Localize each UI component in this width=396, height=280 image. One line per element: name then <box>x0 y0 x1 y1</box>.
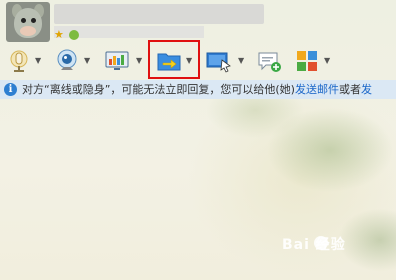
contact-header: ★ <box>0 0 396 44</box>
offline-notice-bar: i 对方“离线或隐身”，可能无法立即回复，您可以给他(她)发送邮件或者发 <box>0 80 396 99</box>
apps-dropdown-arrow[interactable]: ▼ <box>324 57 330 65</box>
chat-plus-icon <box>258 52 281 72</box>
remote-dropdown-arrow[interactable]: ▼ <box>136 57 142 65</box>
voice-call-button[interactable]: ▼ <box>6 44 46 78</box>
send-more-link[interactable]: 发 <box>361 83 372 96</box>
remote-assist-button[interactable]: ▼ <box>104 44 148 78</box>
video-dropdown-arrow[interactable]: ▼ <box>84 57 90 65</box>
new-discussion-button[interactable] <box>256 44 284 78</box>
app-grid-icon <box>297 51 317 71</box>
send-email-link[interactable]: 发送邮件 <box>295 83 339 96</box>
highlight-box <box>148 40 200 79</box>
monitor-chart-icon <box>105 51 129 70</box>
microphone-icon <box>10 50 28 72</box>
screen-pointer-icon <box>206 52 231 73</box>
eye-shape <box>21 18 26 23</box>
snout-shape <box>20 26 36 36</box>
webcam-icon <box>57 49 77 70</box>
screen-share-button[interactable]: ▼ <box>206 44 248 78</box>
voice-dropdown-arrow[interactable]: ▼ <box>35 57 41 65</box>
contact-name-redacted <box>54 4 264 24</box>
paw-logo-icon <box>314 236 328 250</box>
contact-avatar[interactable] <box>6 2 50 42</box>
screen-share-dropdown-arrow[interactable]: ▼ <box>238 57 244 65</box>
video-call-button[interactable]: ▼ <box>54 44 94 78</box>
eye-shape <box>31 18 36 23</box>
notice-text: 对方“离线或隐身”，可能无法立即回复，您可以给他(她)发送邮件或者发 <box>22 82 372 97</box>
apps-button[interactable]: ▼ <box>294 44 334 78</box>
star-icon: ★ <box>54 28 64 41</box>
info-icon: i <box>4 83 17 96</box>
notice-middle: 或者 <box>338 83 361 96</box>
notice-prefix: 对方“离线或隐身”，可能无法立即回复，您可以给他(她) <box>22 83 295 96</box>
qzone-icon[interactable] <box>69 30 79 40</box>
